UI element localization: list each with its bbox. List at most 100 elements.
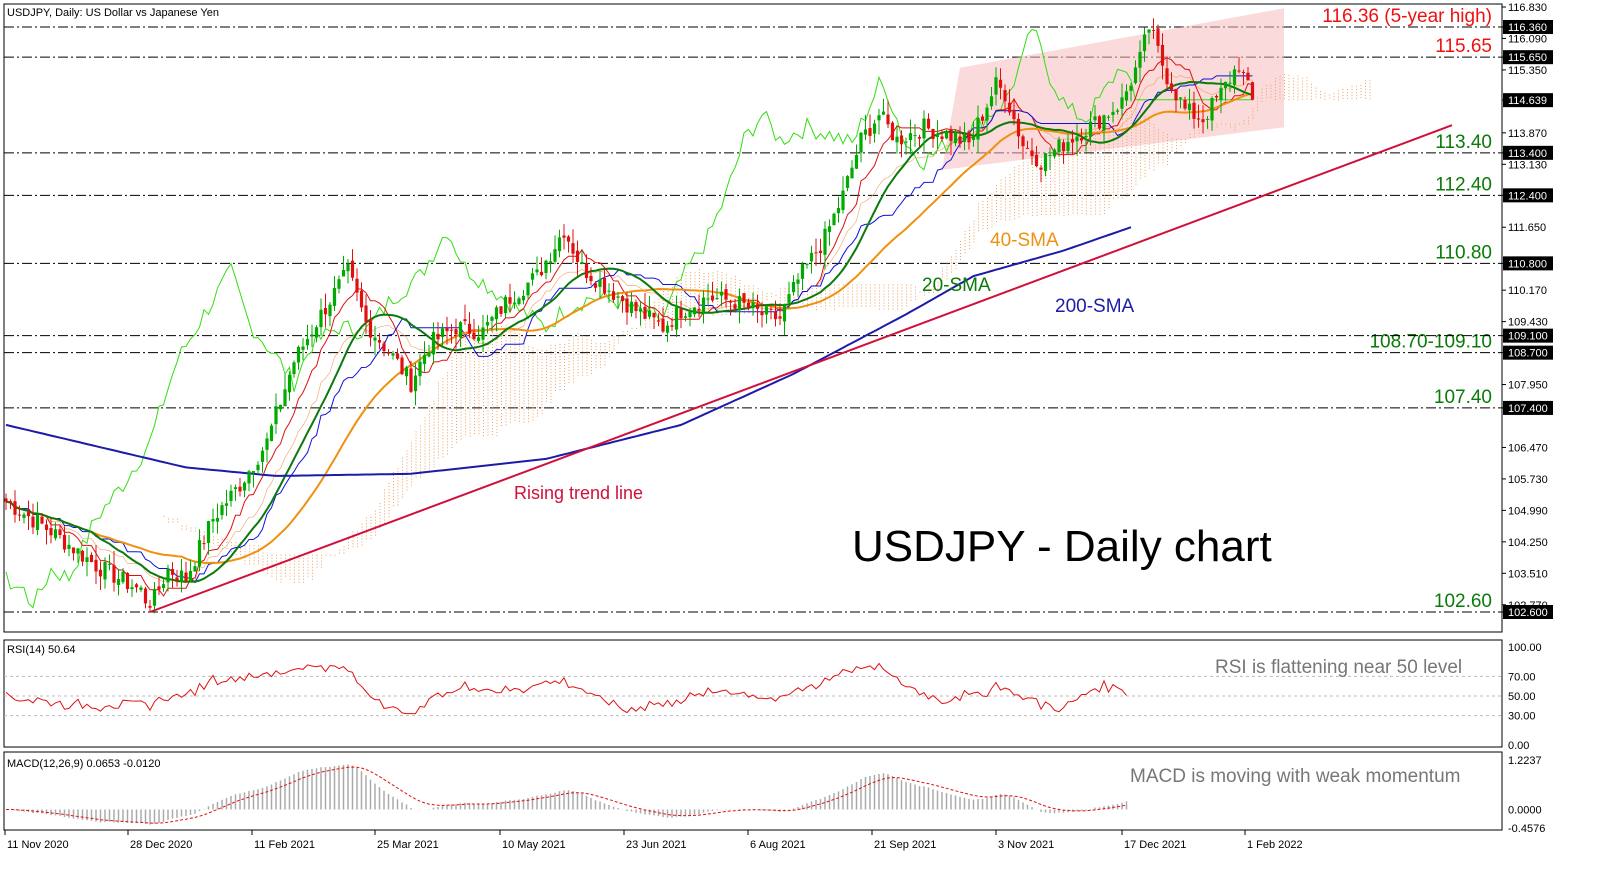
cloud-dot xyxy=(289,566,291,568)
cloud-dot xyxy=(1104,146,1105,148)
cloud-dot xyxy=(1270,93,1272,95)
cloud-dot xyxy=(496,414,498,416)
cloud-dot xyxy=(600,346,601,348)
cloud-dot xyxy=(703,272,705,274)
cloud-dot xyxy=(960,258,961,260)
cloud-dot xyxy=(456,430,457,432)
cloud-dot xyxy=(1153,151,1155,153)
cloud-dot xyxy=(1104,209,1105,211)
cloud-dot xyxy=(447,426,448,428)
cloud-dot xyxy=(577,375,579,377)
cloud-dot xyxy=(195,530,196,532)
cloud-dot xyxy=(762,294,763,296)
cloud-dot xyxy=(699,274,700,276)
cloud-dot xyxy=(550,344,552,346)
cloud-dot xyxy=(690,272,691,274)
cloud-dot xyxy=(541,377,543,379)
cloud-dot xyxy=(874,302,876,304)
cloud-dot xyxy=(262,561,264,563)
cloud-dot xyxy=(1027,212,1029,214)
cloud-dot xyxy=(519,348,520,350)
cloud-dot xyxy=(258,563,259,565)
cloud-dot xyxy=(1023,195,1024,197)
cloud-dot xyxy=(379,518,381,520)
cloud-dot xyxy=(1086,213,1087,215)
cloud-dot xyxy=(973,241,975,243)
cloud-dot xyxy=(289,578,291,580)
cloud-dot xyxy=(879,299,880,301)
cloud-dot xyxy=(1068,156,1069,158)
cloud-dot xyxy=(370,525,372,527)
cloud-dot xyxy=(1009,186,1011,188)
cloud-dot xyxy=(969,235,970,237)
rsi-note: RSI is flattening near 50 level xyxy=(1215,657,1462,678)
cloud-dot xyxy=(456,379,457,381)
cloud-dot xyxy=(478,430,480,432)
cloud-dot xyxy=(550,362,552,364)
cloud-dot xyxy=(784,291,786,293)
cloud-dot xyxy=(433,412,435,414)
cloud-dot xyxy=(559,382,561,384)
cloud-dot xyxy=(744,291,745,293)
cloud-dot xyxy=(294,569,295,571)
cloud-dot xyxy=(406,486,408,488)
cloud-dot xyxy=(1117,116,1119,118)
cloud-dot xyxy=(568,357,570,359)
cloud-dot xyxy=(451,393,453,395)
cloud-dot xyxy=(276,557,277,559)
cloud-dot xyxy=(1027,197,1029,199)
cloud-dot xyxy=(519,411,520,413)
cloud-dot xyxy=(1009,216,1011,218)
cloud-dot xyxy=(906,287,907,289)
cloud-dot xyxy=(1288,84,1290,86)
cloud-dot xyxy=(1279,79,1281,81)
cloud-dot xyxy=(528,403,529,405)
cloud-dot xyxy=(519,396,520,398)
cloud-dot xyxy=(478,427,480,429)
cloud-dot xyxy=(550,395,552,397)
cloud-dot xyxy=(1126,138,1128,140)
cloud-dot xyxy=(537,400,538,402)
cloud-dot xyxy=(991,208,993,210)
candle-body xyxy=(1070,139,1075,143)
cloud-dot xyxy=(1059,209,1060,211)
cloud-dot xyxy=(1333,92,1335,94)
cloud-dot xyxy=(910,284,912,286)
cloud-dot xyxy=(1036,208,1038,210)
cloud-dot xyxy=(1144,130,1146,132)
cloud-dot xyxy=(294,554,295,556)
cloud-dot xyxy=(1234,126,1236,128)
cloud-dot xyxy=(402,493,403,495)
cloud-dot xyxy=(1180,142,1182,144)
cloud-dot xyxy=(996,197,997,199)
candle-body xyxy=(211,519,215,522)
cloud-dot xyxy=(523,418,525,420)
cloud-dot xyxy=(1252,117,1254,119)
cloud-dot xyxy=(879,290,880,292)
time-tick-label: 25 Mar 2021 xyxy=(377,839,439,851)
cloud-dot xyxy=(1135,147,1137,149)
cloud-dot xyxy=(604,349,606,351)
cloud-dot xyxy=(528,364,529,366)
cloud-dot xyxy=(901,302,903,304)
cloud-dot xyxy=(1018,213,1020,215)
cloud-dot xyxy=(1009,192,1011,194)
cloud-dot xyxy=(1086,195,1087,197)
cloud-dot xyxy=(1027,188,1029,190)
candle-body xyxy=(1034,154,1039,167)
cloud-dot xyxy=(510,418,511,420)
cloud-dot xyxy=(321,566,322,568)
cloud-dot xyxy=(1036,175,1038,177)
cloud-dot xyxy=(1302,98,1303,100)
candle-body xyxy=(76,548,80,554)
cloud-dot xyxy=(442,390,444,392)
cloud-dot xyxy=(874,290,876,292)
cloud-dot xyxy=(577,345,579,347)
cloud-dot xyxy=(1068,192,1069,194)
cloud-dot xyxy=(1122,191,1123,193)
cloud-dot xyxy=(1032,205,1033,207)
cloud-dot xyxy=(465,392,466,394)
candle-body xyxy=(1223,81,1228,89)
cloud-dot xyxy=(316,566,318,568)
cloud-dot xyxy=(568,354,570,356)
